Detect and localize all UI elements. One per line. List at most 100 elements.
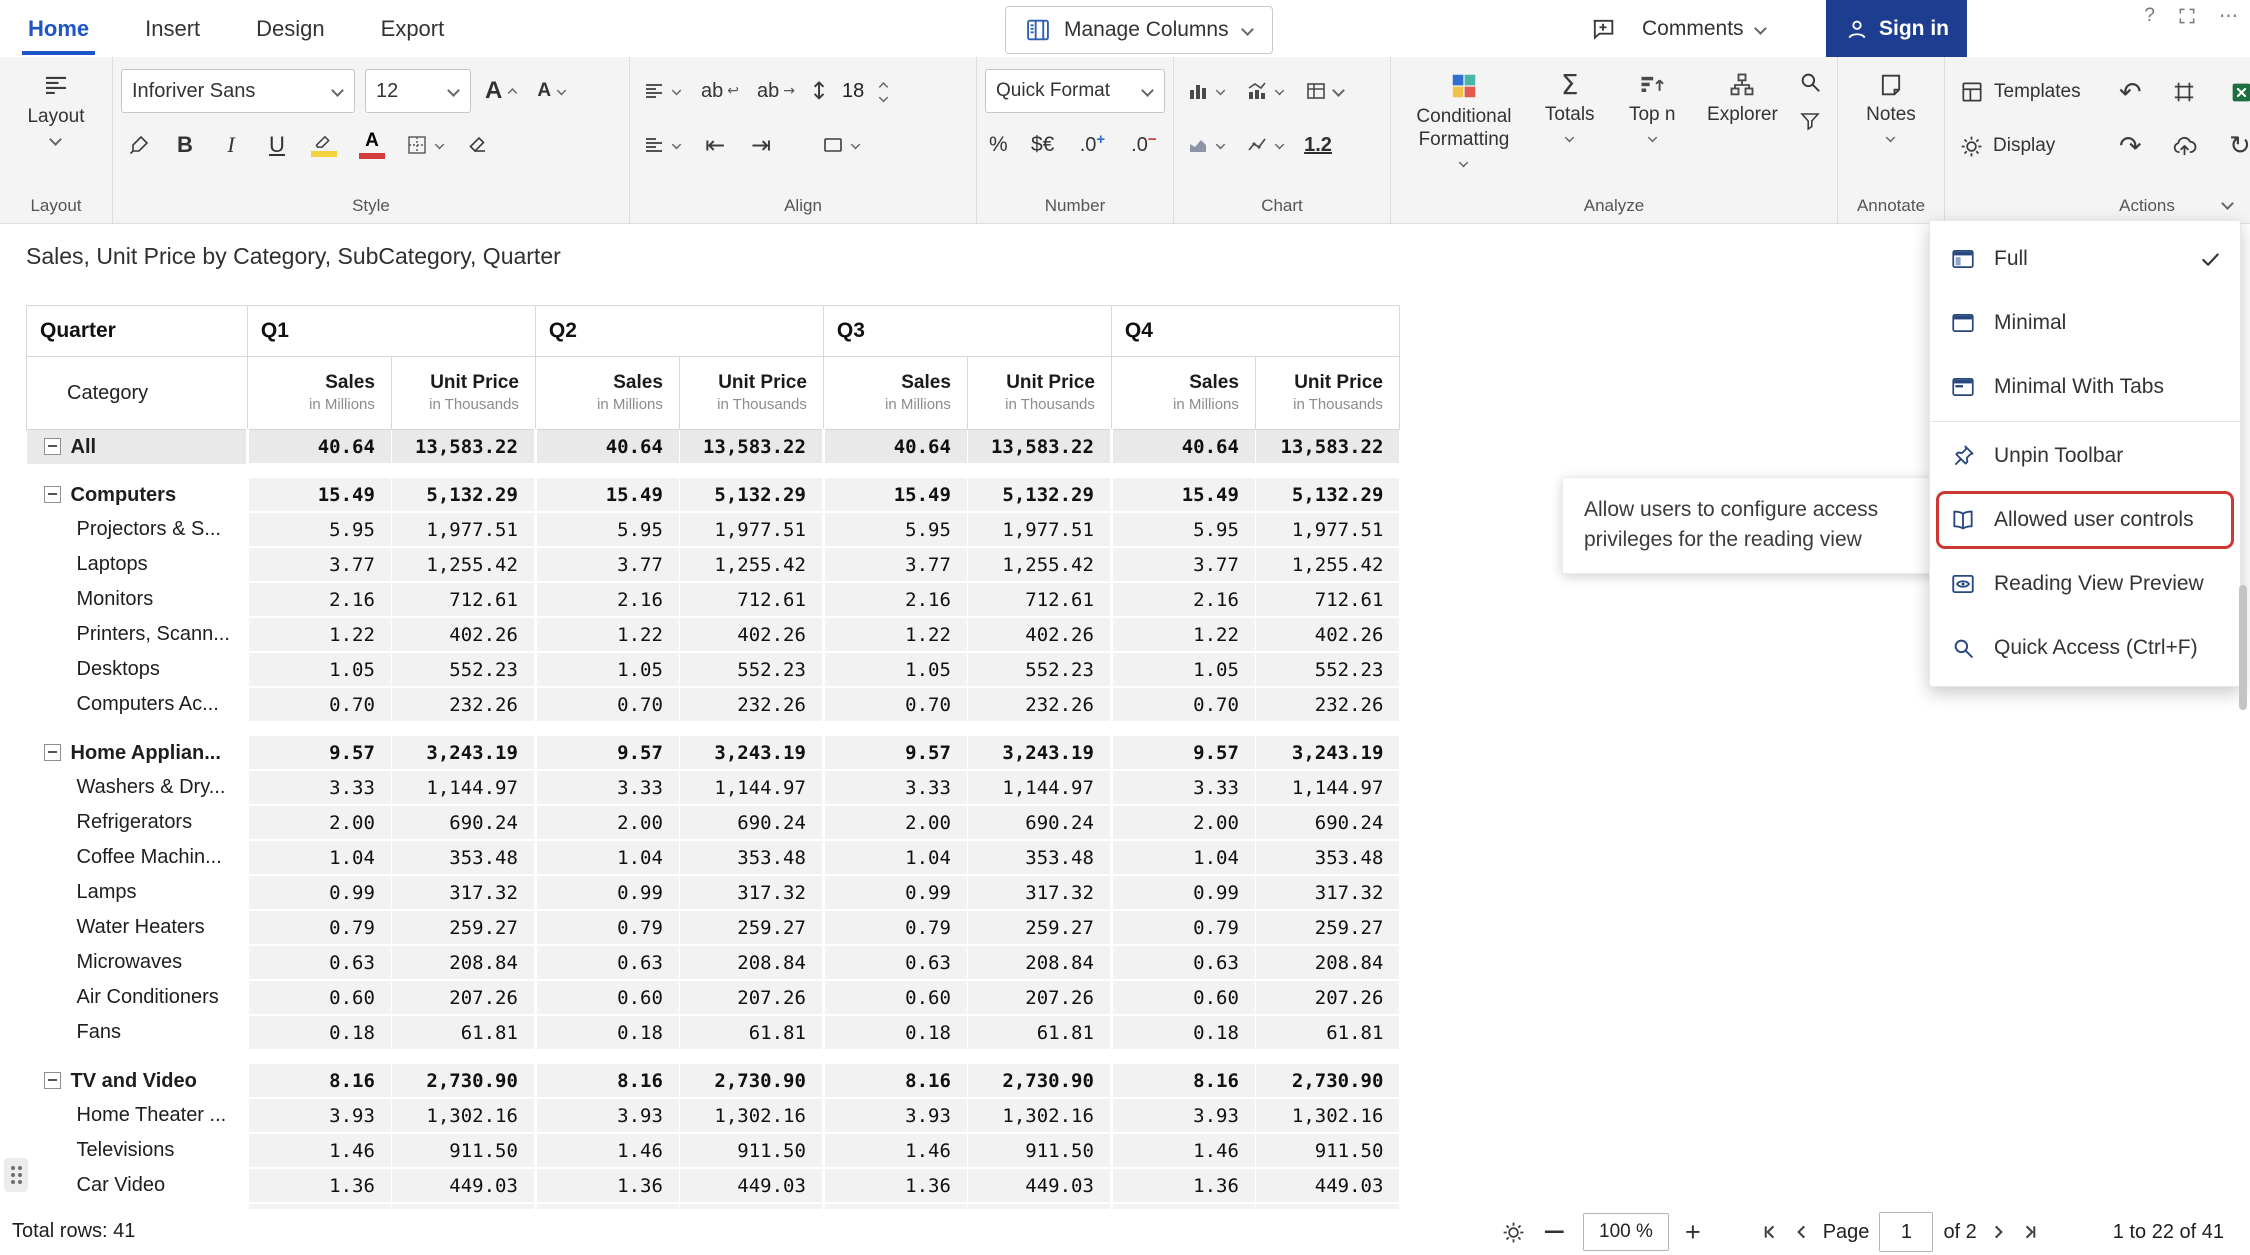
decrease-indent-button[interactable]: ⇤ bbox=[697, 124, 733, 166]
sales-cell[interactable]: 1.22 bbox=[1111, 617, 1255, 652]
menu-item-quick-access-ctrl-f[interactable]: Quick Access (Ctrl+F) bbox=[1930, 616, 2240, 680]
drag-handle[interactable] bbox=[4, 1158, 28, 1192]
sales-cell[interactable]: 1.46 bbox=[1111, 1133, 1255, 1168]
unit-price-cell[interactable]: 1,144.97 bbox=[391, 770, 535, 805]
unit-price-cell[interactable]: 2,730.90 bbox=[391, 1064, 535, 1098]
unit-price-cell[interactable]: 690.24 bbox=[391, 805, 535, 840]
templates-button[interactable]: Templates bbox=[1953, 78, 2105, 106]
quick-format-select[interactable]: Quick Format bbox=[985, 69, 1165, 113]
top-n-button[interactable]: Top n bbox=[1611, 67, 1694, 148]
display-button[interactable]: Display bbox=[1953, 133, 2105, 160]
unit-price-cell[interactable]: 3,243.19 bbox=[967, 736, 1111, 770]
clear-formatting-button[interactable] bbox=[460, 124, 496, 166]
sales-cell[interactable]: 3.93 bbox=[535, 1098, 679, 1133]
sales-cell[interactable]: 40.64 bbox=[823, 430, 967, 465]
unit-price-cell[interactable]: 317.32 bbox=[1255, 875, 1399, 910]
increase-font-button[interactable]: A bbox=[481, 70, 523, 112]
font-color-button[interactable]: A bbox=[353, 124, 391, 166]
category-cell[interactable]: Projectors & S... bbox=[27, 512, 248, 547]
redo-button[interactable]: ↷ bbox=[2113, 132, 2157, 161]
category-cell[interactable]: Fans bbox=[27, 1015, 248, 1050]
notes-button[interactable]: Notes bbox=[1858, 67, 1924, 148]
currency-format-button[interactable]: $€ bbox=[1026, 124, 1060, 166]
sign-in-button[interactable]: Sign in bbox=[1826, 0, 1967, 57]
measure-header-unit-price[interactable]: Unit Pricein Thousands bbox=[1255, 357, 1399, 430]
sales-cell[interactable]: 15.49 bbox=[535, 478, 679, 512]
line-chart-button[interactable] bbox=[1241, 124, 1290, 166]
sales-cell[interactable]: 5.95 bbox=[535, 512, 679, 547]
zoom-out-button[interactable]: − bbox=[1542, 1217, 1567, 1247]
layout-button[interactable]: Layout bbox=[19, 67, 92, 150]
sales-cell[interactable]: 9.57 bbox=[823, 736, 967, 770]
unit-price-cell[interactable]: 208.84 bbox=[391, 945, 535, 980]
category-cell[interactable]: Air Conditioners bbox=[27, 980, 248, 1015]
font-family-select[interactable]: Inforiver Sans bbox=[121, 69, 355, 113]
undo-button[interactable]: ↶ bbox=[2113, 78, 2157, 107]
menu-item-allowed-user-controls[interactable]: Allowed user controls bbox=[1930, 488, 2240, 552]
unit-price-cell[interactable]: 61.81 bbox=[967, 1015, 1111, 1050]
unit-price-cell[interactable]: 259.27 bbox=[679, 910, 823, 945]
page-input[interactable] bbox=[1879, 1212, 1933, 1252]
unit-price-cell[interactable]: 207.26 bbox=[679, 980, 823, 1015]
sales-cell[interactable]: 3.33 bbox=[823, 770, 967, 805]
unit-price-cell[interactable]: 911.50 bbox=[1255, 1133, 1399, 1168]
category-cell[interactable]: TV and Video bbox=[27, 1064, 248, 1098]
category-cell[interactable]: Coffee Machin... bbox=[27, 840, 248, 875]
sales-cell[interactable]: 1.36 bbox=[823, 1168, 967, 1203]
unit-price-cell[interactable]: 13,583.22 bbox=[679, 430, 823, 465]
sales-cell[interactable]: 2.16 bbox=[823, 582, 967, 617]
more-options-icon[interactable]: ⋯ bbox=[2219, 5, 2238, 28]
unit-price-cell[interactable]: 207.26 bbox=[967, 980, 1111, 1015]
measure-header-sales[interactable]: Salesin Millions bbox=[535, 357, 679, 430]
sales-cell[interactable]: 0.79 bbox=[247, 910, 391, 945]
category-cell[interactable]: Lamps bbox=[27, 875, 248, 910]
unit-price-cell[interactable]: 449.03 bbox=[679, 1168, 823, 1203]
sales-cell[interactable]: 15.49 bbox=[823, 478, 967, 512]
increase-indent-button[interactable]: ⇥ bbox=[743, 124, 779, 166]
unit-price-cell[interactable]: 353.48 bbox=[967, 840, 1111, 875]
next-page-button[interactable] bbox=[1987, 1223, 2009, 1241]
sales-cell[interactable]: 0.18 bbox=[535, 1015, 679, 1050]
unit-price-cell[interactable]: 1,144.97 bbox=[679, 770, 823, 805]
unit-price-cell[interactable]: 232.26 bbox=[391, 687, 535, 722]
sales-cell[interactable]: 3.93 bbox=[1111, 1098, 1255, 1133]
sales-cell[interactable]: 0.63 bbox=[1111, 945, 1255, 980]
unit-price-cell[interactable]: 690.24 bbox=[967, 805, 1111, 840]
sales-cell[interactable]: 40.64 bbox=[535, 430, 679, 465]
unit-price-cell[interactable]: 1,255.42 bbox=[679, 547, 823, 582]
category-header[interactable]: Category bbox=[27, 357, 248, 430]
decrease-decimal-button[interactable]: .0− bbox=[1125, 133, 1162, 158]
unit-price-cell[interactable]: 402.26 bbox=[967, 617, 1111, 652]
conditional-formatting-button[interactable]: Conditional Formatting bbox=[1399, 67, 1529, 173]
unit-price-cell[interactable]: 911.50 bbox=[967, 1133, 1111, 1168]
unit-price-cell[interactable]: 1,977.51 bbox=[391, 512, 535, 547]
sales-cell[interactable]: 3.93 bbox=[247, 1098, 391, 1133]
unit-price-cell[interactable]: 552.23 bbox=[967, 652, 1111, 687]
category-cell[interactable]: Desktops bbox=[27, 652, 248, 687]
unit-price-cell[interactable]: 2,730.90 bbox=[679, 1064, 823, 1098]
category-cell[interactable]: All bbox=[27, 430, 248, 465]
unit-price-cell[interactable]: 232.26 bbox=[1255, 687, 1399, 722]
category-cell[interactable]: Water Heaters bbox=[27, 910, 248, 945]
unit-price-cell[interactable]: 208.84 bbox=[967, 945, 1111, 980]
sales-cell[interactable]: 0.79 bbox=[1111, 910, 1255, 945]
measure-header-unit-price[interactable]: Unit Pricein Thousands bbox=[391, 357, 535, 430]
export-button[interactable] bbox=[2223, 79, 2250, 106]
bold-button[interactable]: B bbox=[167, 124, 203, 166]
quarter-header-q1[interactable]: Q1 bbox=[247, 306, 535, 357]
sales-cell[interactable]: 1.04 bbox=[1111, 840, 1255, 875]
clip-text-button[interactable]: ab → bbox=[753, 70, 799, 112]
sales-cell[interactable]: 8.16 bbox=[247, 1064, 391, 1098]
unit-price-cell[interactable]: 552.23 bbox=[679, 652, 823, 687]
sales-cell[interactable]: 3.33 bbox=[1111, 770, 1255, 805]
collapse-icon[interactable] bbox=[44, 486, 61, 503]
sales-cell[interactable]: 0.70 bbox=[823, 687, 967, 722]
row-height-stepper[interactable]: ↕ 18 bbox=[809, 79, 890, 104]
unit-price-cell[interactable]: 3,243.19 bbox=[391, 736, 535, 770]
unit-price-cell[interactable]: 1,255.42 bbox=[967, 547, 1111, 582]
borders-button[interactable] bbox=[401, 124, 450, 166]
sales-cell[interactable]: 1.04 bbox=[823, 840, 967, 875]
sales-cell[interactable]: 1.36 bbox=[535, 1168, 679, 1203]
sales-cell[interactable]: 1.22 bbox=[823, 617, 967, 652]
sales-cell[interactable]: 9.57 bbox=[535, 736, 679, 770]
